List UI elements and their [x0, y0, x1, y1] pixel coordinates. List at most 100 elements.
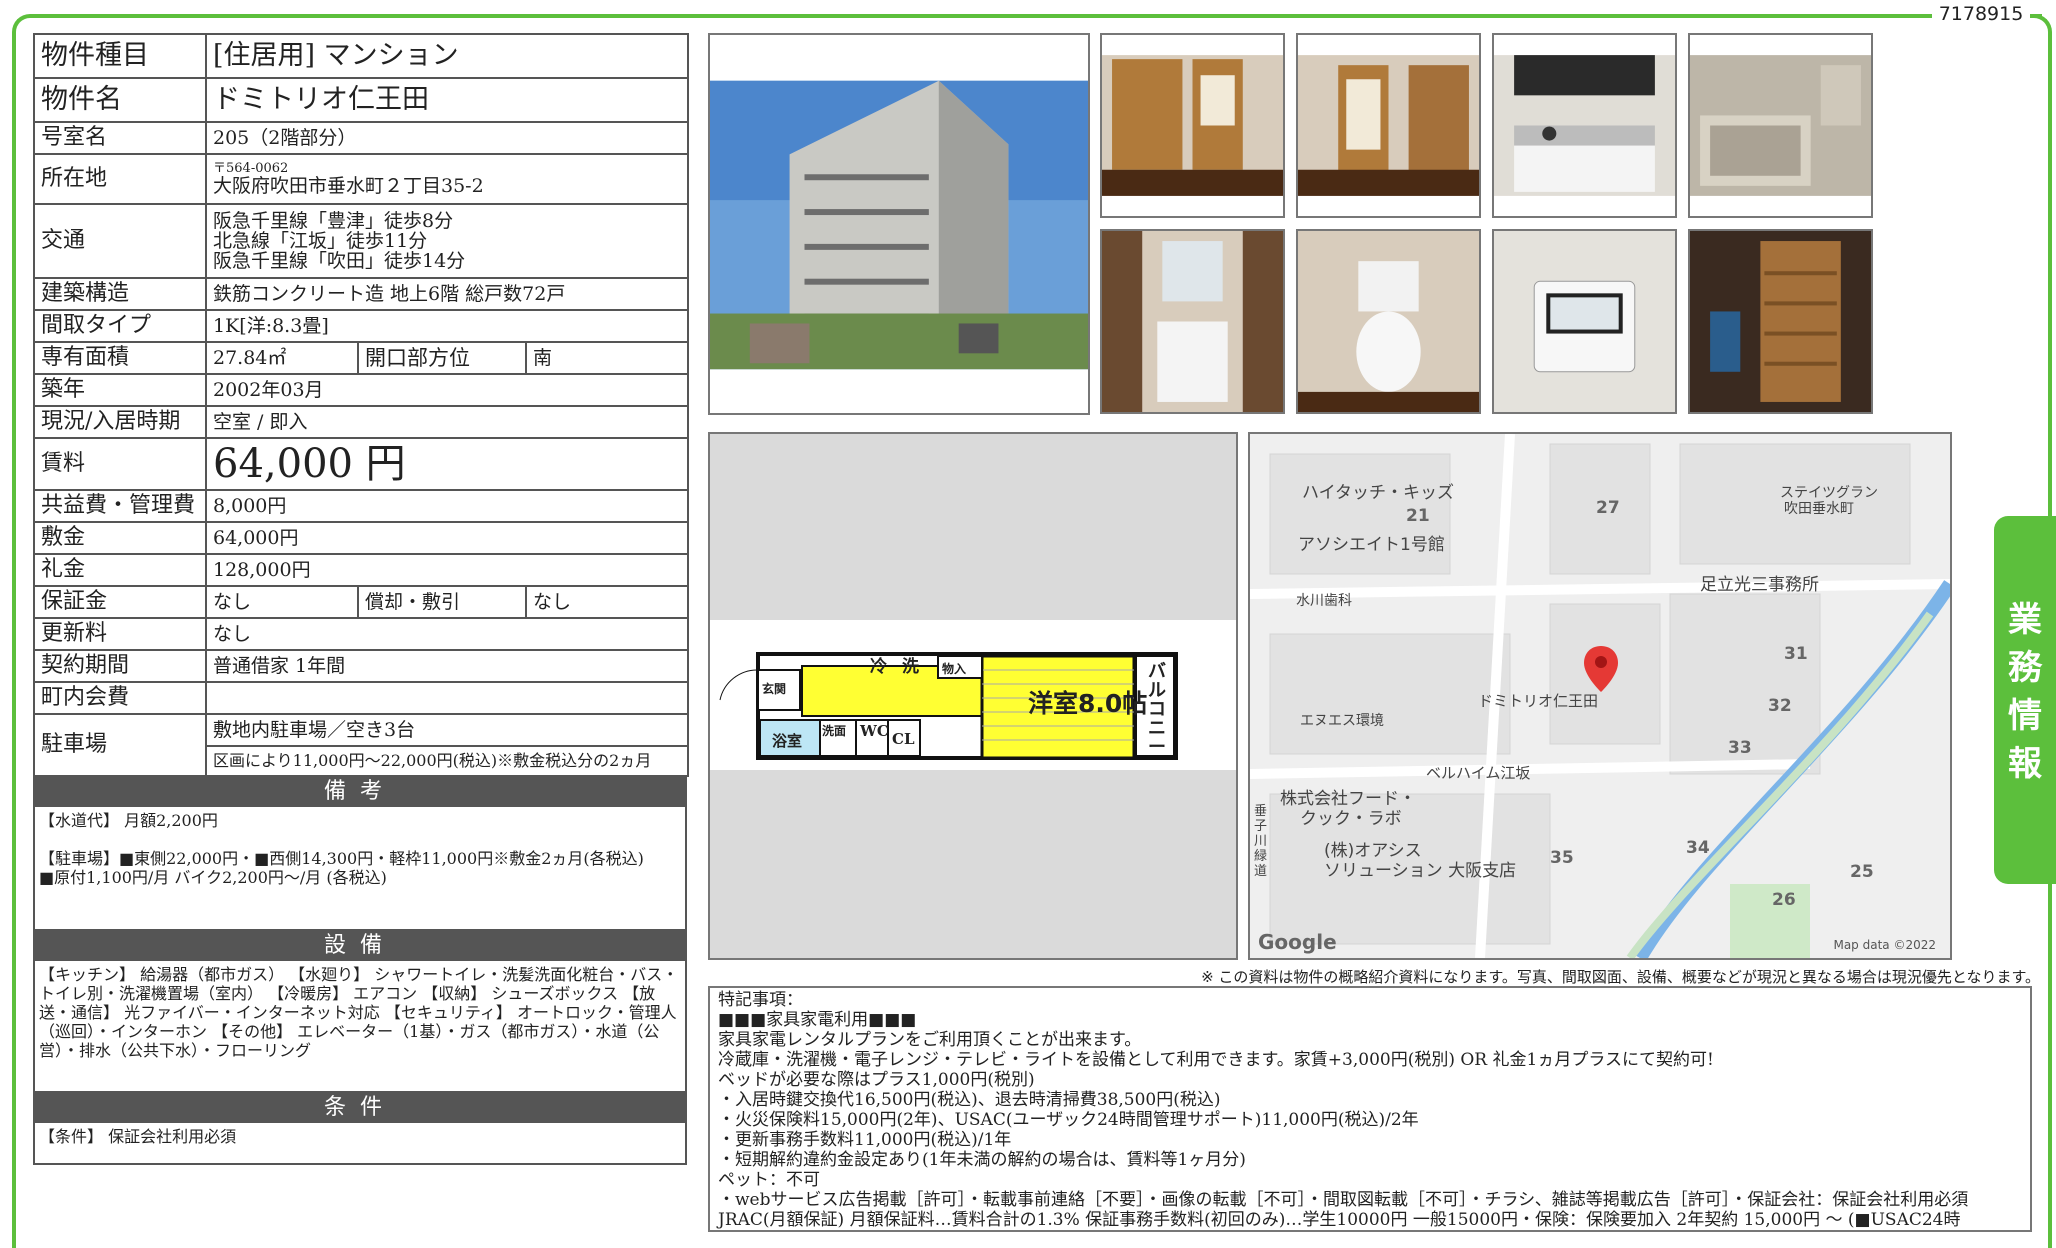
address-value: 大阪府吹田市垂水町２丁目35-2: [213, 175, 484, 197]
parking-note: 区画により11,000円～22,000円(税込)※敷金税込分の2ヵ月: [204, 745, 690, 777]
floor-fridge-label: 冷: [870, 657, 887, 677]
map-block-number: 32: [1768, 696, 1792, 716]
map-block-number: 26: [1772, 890, 1796, 910]
map-attribution: Map data ©2022: [1833, 938, 1936, 952]
special-line: ・火災保険料15,000円(2年)、USAC(ユーザック24時間管理サポート)1…: [718, 1110, 1419, 1130]
address-cell: 〒564-0062 大阪府吹田市垂水町２丁目35-2: [204, 153, 690, 205]
floor-washer-label: 洗: [902, 657, 919, 677]
facilities-text: 【キッチン】 給湯器（都市ガス） 【水廻り】 シャワートイレ・洗髪洗面化粧台・バ…: [39, 965, 679, 1060]
special-line: ・webサービス広告掲載［許可］・転載事前連絡［不要］・画像の転載［不可］・間取…: [718, 1190, 1969, 1210]
special-line: JRAC(月額保証) 月額保証料…賃料合計の1.3% 保証事務手数料(初回のみ)…: [718, 1210, 1961, 1230]
common-value: 8,000円: [204, 489, 690, 523]
key-money-value: 128,000円: [204, 553, 690, 587]
map-block-number: 34: [1686, 838, 1710, 858]
special-line: ベッドが必要な際はプラス1,000円(税別): [718, 1070, 1035, 1090]
type-value: [住居用] マンション: [204, 33, 690, 79]
layout-value: 1K[洋:8.3畳]: [204, 309, 690, 343]
conditions-text: 【条件】 保証会社利用必須: [39, 1127, 237, 1146]
map-label: アソシエイト1号館: [1298, 535, 1445, 555]
map-label: ソリューション 大阪支店: [1324, 861, 1517, 881]
google-logo: Google: [1258, 930, 1337, 954]
map-block-number: 33: [1728, 738, 1752, 758]
bath-photo: [1688, 33, 1873, 218]
building-photo: [708, 33, 1090, 415]
contract-label: 契約期間: [33, 649, 207, 683]
map-label: 吹田垂水町: [1784, 501, 1854, 517]
map-block-number: 21: [1406, 506, 1430, 526]
kitchen-photo: [1492, 33, 1677, 218]
remarks-line: [39, 830, 681, 849]
closet-photo: [1688, 229, 1873, 414]
direction-label: 開口部方位: [357, 341, 527, 375]
facilities-header: 設備: [33, 931, 687, 961]
floor-room-label: 洋室8.0帖: [1028, 689, 1148, 718]
disclaimer: ※ この資料は物件の概略紹介資料になります。写真、間取図面、設備、概要などが現況…: [1201, 968, 2040, 986]
map-block-number: 25: [1850, 862, 1874, 882]
conditions-header: 条件: [33, 1093, 687, 1123]
address-label: 所在地: [33, 153, 207, 205]
area-label: 専有面積: [33, 341, 207, 375]
map-block-number: 35: [1550, 848, 1574, 868]
map-pin-icon[interactable]: [1584, 646, 1618, 692]
room-photo-1: [1100, 33, 1285, 218]
floor-bath-label: 浴室: [772, 732, 803, 750]
property-id: 7178915: [1932, 0, 2030, 28]
conditions-box: 【条件】 保証会社利用必須: [33, 1123, 687, 1165]
key-money-label: 礼金: [33, 553, 207, 587]
map-block-number: 31: [1784, 644, 1808, 664]
amort-value: なし: [524, 585, 690, 619]
status-value: 空室 / 即入: [204, 405, 690, 439]
special-line: 特記事項：: [718, 990, 803, 1010]
parking-value: 敷地内駐車場／空き3台: [204, 713, 690, 747]
floor-storage-label: 物入: [942, 662, 967, 676]
info-table: 物件種目 [住居用] マンション 物件名 ドミトリオ仁王田 号室名 205（2階部分）…: [33, 33, 690, 777]
washroom-photo: [1100, 229, 1285, 414]
transit-line: 阪急千里線「豊津」徒歩8分: [213, 210, 454, 232]
location-map[interactable]: ハイタッチ・キッズ アソシエイト1号館 水川歯科 足立光三事務所 ドミトリオ仁王…: [1248, 432, 1952, 960]
area-value: 27.84㎡: [205, 341, 359, 375]
structure-value: 鉄筋コンクリート造 地上6階 総戸数72戸: [204, 277, 690, 311]
town-fee-label: 町内会費: [33, 681, 207, 715]
built-label: 築年: [33, 373, 207, 407]
structure-label: 建築構造: [33, 277, 207, 311]
special-line: ・入居時鍵交換代16,500円(税込)、退去時清掃費38,500円(税込): [718, 1090, 1221, 1110]
special-line: ・短期解約違約金設定あり(1年未満の解約の場合は、賃料等1ヶ月分): [718, 1150, 1246, 1170]
map-label: 水川歯科: [1296, 593, 1352, 609]
property-info: 物件種目 [住居用] マンション 物件名 ドミトリオ仁王田 号室名 205（2階部分）…: [33, 33, 690, 1165]
room-label: 号室名: [33, 121, 207, 155]
deposit-label: 敷金: [33, 521, 207, 555]
direction-value: 南: [524, 341, 690, 375]
rent-label: 賃料: [33, 437, 207, 491]
toilet-photo: [1296, 229, 1481, 414]
special-line: ■■■家具家電利用■■■: [718, 1010, 917, 1030]
deposit-value: 64,000円: [204, 521, 690, 555]
rent-value: 64,000 円: [204, 437, 690, 491]
tab-char: 業: [2008, 600, 2042, 640]
map-label: ベルハイム江坂: [1426, 764, 1531, 782]
remarks-line: 【水道代】 月額2,200円: [39, 811, 218, 830]
floor-balcony-label: バルコニー: [1148, 661, 1166, 758]
special-notes: 特記事項： ■■■家具家電利用■■■ 家具家電レンタルプランをご利用頂くことが出…: [708, 986, 2032, 1232]
transit-line: 阪急千里線「吹田」徒歩14分: [213, 250, 466, 272]
remarks-line: ■原付1,100円/月 バイク2,200円～/月 (各税込): [39, 868, 387, 887]
type-label: 物件種目: [33, 33, 207, 79]
status-label: 現況/入居時期: [33, 405, 207, 439]
floor-entrance-label: 玄関: [762, 682, 787, 696]
amort-label: 償却・敷引: [357, 585, 527, 619]
map-label: 垂子川緑道: [1254, 804, 1268, 879]
renewal-value: なし: [204, 617, 690, 651]
parking-label: 駐車場: [33, 713, 207, 777]
remarks-box: 【水道代】 月額2,200円 【駐車場】■東側22,000円・■西側14,300…: [33, 807, 687, 931]
transit-line: 北急線「江坂」徒歩11分: [213, 230, 428, 252]
guarantee-label: 保証金: [33, 585, 207, 619]
guarantee-value: なし: [205, 585, 359, 619]
map-label: ハイタッチ・キッズ: [1302, 483, 1454, 503]
common-label: 共益費・管理費: [33, 489, 207, 523]
business-info-tab[interactable]: 業 務 情 報: [1994, 516, 2056, 884]
postal-code: 〒564-0062: [213, 161, 289, 176]
remarks-line: 【駐車場】■東側22,000円・■西側14,300円・軽枠11,000円※敷金2…: [39, 849, 644, 868]
facilities-box: 【キッチン】 給湯器（都市ガス） 【水廻り】 シャワートイレ・洗髪洗面化粧台・バ…: [33, 961, 687, 1093]
transit-label: 交通: [33, 203, 207, 279]
floor-wash-label: 洗面: [822, 724, 847, 738]
floor-cl-label: CL: [892, 730, 915, 748]
